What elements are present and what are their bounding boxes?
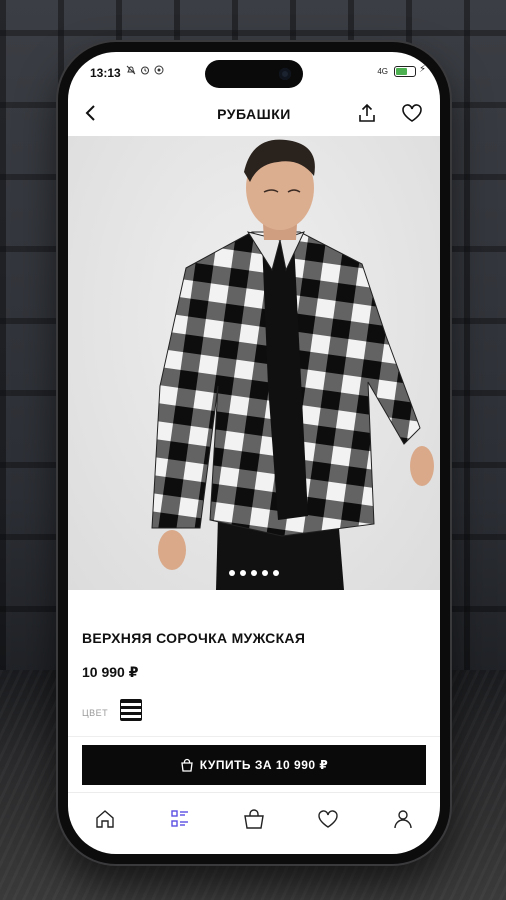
home-icon <box>96 810 114 828</box>
alarm-icon <box>140 65 150 78</box>
status-bar: 13:13 4G ⚡ <box>68 52 440 94</box>
buy-button[interactable]: КУПИТЬ ЗА 10 990 ₽ <box>82 745 426 785</box>
phone-frame: 13:13 4G ⚡ РУБАШКИ ВЕРХНЯЯ СОРОЧКА МУЖСК… <box>58 42 450 864</box>
bag-icon <box>244 809 264 829</box>
buy-button-label: КУПИТЬ ЗА 10 990 ₽ <box>199 758 329 772</box>
favorite-button[interactable] <box>400 102 424 129</box>
share-button[interactable] <box>356 102 378 129</box>
color-swatch[interactable] <box>120 699 142 721</box>
pagination-dot[interactable] <box>273 570 279 576</box>
tab-profile[interactable] <box>389 805 417 833</box>
heart-icon <box>402 104 422 122</box>
tab-cart[interactable] <box>240 805 268 833</box>
user-icon <box>394 810 412 829</box>
bottom-tab-bar <box>68 792 440 848</box>
tab-home[interactable] <box>91 805 119 833</box>
battery-icon <box>394 66 416 77</box>
top-navigation: РУБАШКИ <box>68 94 440 136</box>
tab-catalog[interactable] <box>166 805 194 833</box>
notification-icon <box>154 65 164 78</box>
model-illustration <box>151 139 434 590</box>
catalog-icon <box>170 810 188 827</box>
status-time: 13:13 <box>90 66 121 80</box>
pagination-dot[interactable] <box>251 570 257 576</box>
status-icons <box>126 65 164 78</box>
product-price: 10 990 ₽ <box>82 664 139 680</box>
battery-level <box>396 68 407 75</box>
charging-icon: ⚡ <box>418 64 426 75</box>
color-label: ЦВЕТ <box>82 708 109 718</box>
bag-icon <box>180 758 193 772</box>
share-icon <box>359 103 375 122</box>
tab-favorites[interactable] <box>314 805 342 833</box>
camera-notch <box>205 60 303 88</box>
camera-lens <box>279 68 291 80</box>
silent-icon <box>126 65 136 78</box>
product-image[interactable] <box>68 136 440 590</box>
signal-indicator: 4G <box>377 67 388 76</box>
divider <box>68 736 440 737</box>
pagination-dot[interactable] <box>229 570 235 576</box>
app-screen: 13:13 4G ⚡ РУБАШКИ ВЕРХНЯЯ СОРОЧКА МУЖСК… <box>68 52 440 854</box>
heart-icon <box>318 810 339 828</box>
gallery-pagination[interactable] <box>68 570 440 576</box>
pagination-dot[interactable] <box>240 570 246 576</box>
page-title: РУБАШКИ <box>217 106 291 122</box>
product-name: ВЕРХНЯЯ СОРОЧКА МУЖСКАЯ <box>82 630 306 646</box>
pagination-dot[interactable] <box>262 570 268 576</box>
